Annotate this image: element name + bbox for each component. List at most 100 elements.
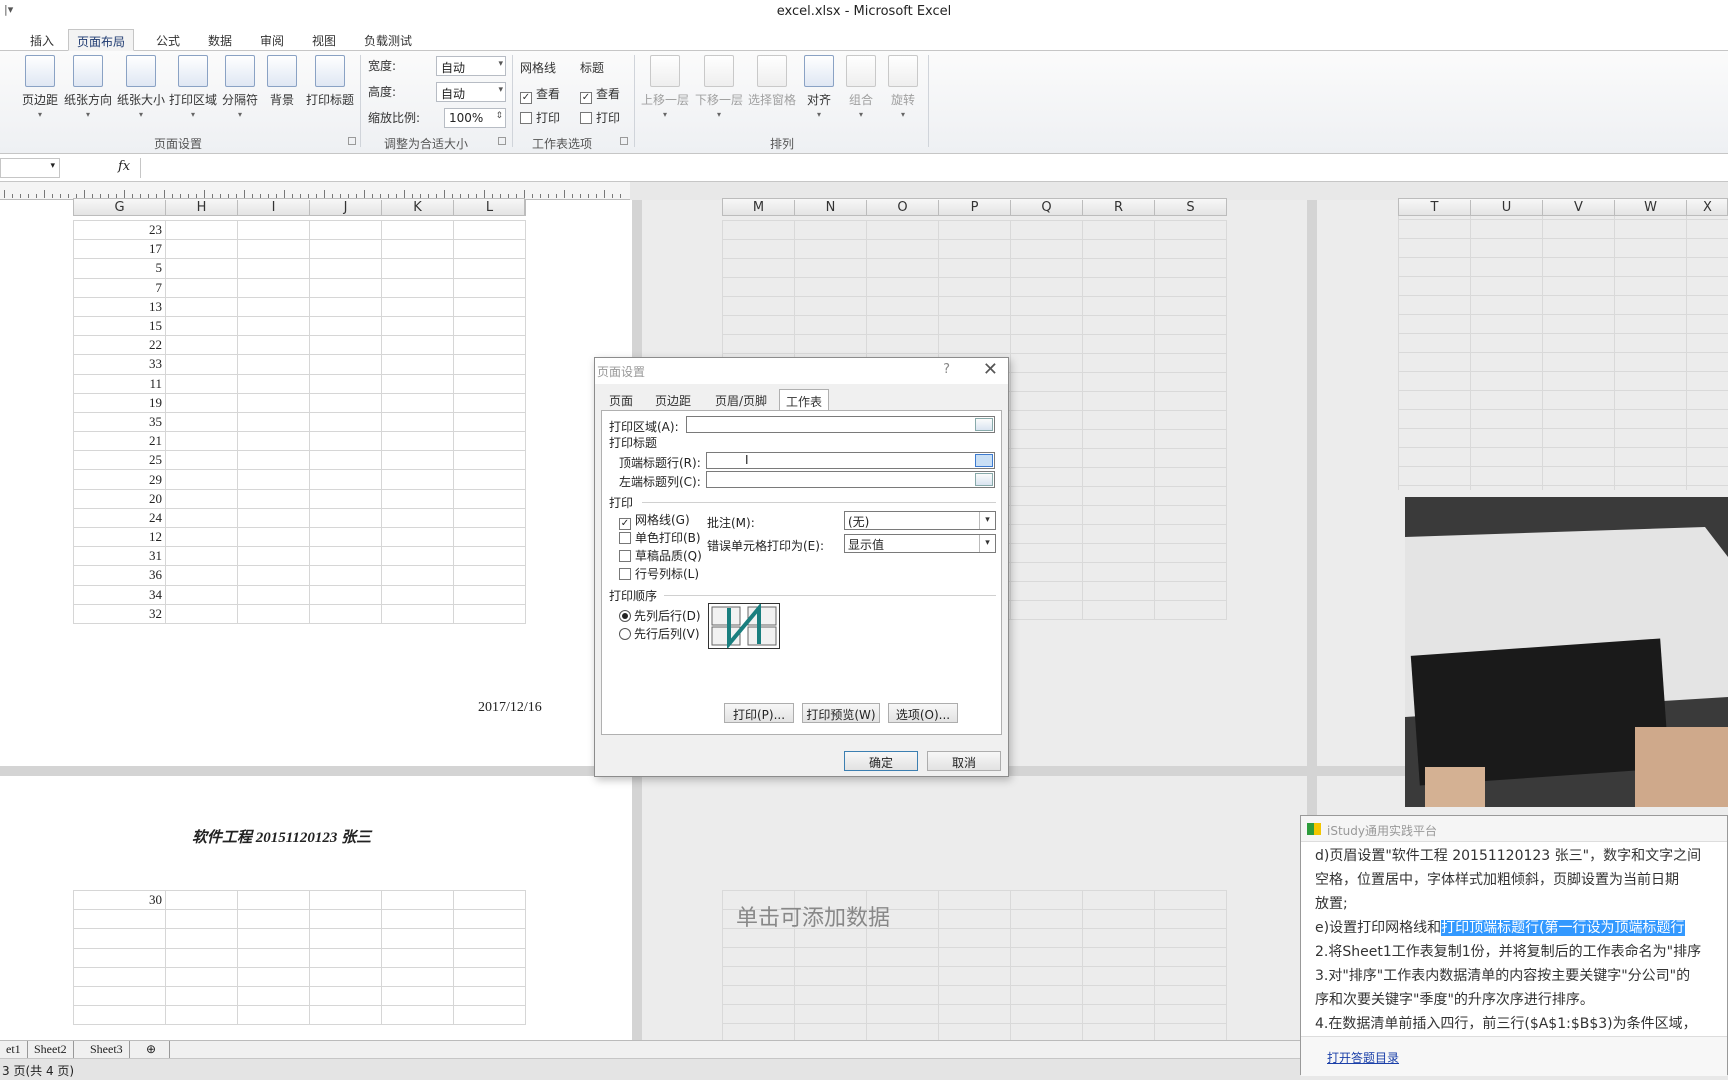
print-area-button[interactable]: 打印区域 ▾ (168, 55, 218, 119)
table-cell[interactable]: 21 (73, 431, 166, 452)
rotate-button[interactable]: 旋转 ▾ (888, 55, 918, 119)
table-cell[interactable]: 29 (73, 469, 166, 490)
table-cell[interactable]: 34 (73, 584, 166, 605)
table-cell[interactable]: 11 (73, 373, 166, 394)
column-header[interactable]: R (1083, 200, 1155, 216)
help-icon[interactable]: ? (943, 362, 950, 377)
print-area-input[interactable] (686, 416, 995, 433)
gridlines-checkbox[interactable]: ✓ 网格线(G) (619, 511, 690, 530)
column-header[interactable]: U (1471, 200, 1543, 216)
table-cell[interactable]: 24 (73, 507, 166, 529)
column-header[interactable]: G (74, 200, 166, 216)
column-header[interactable]: H (166, 200, 238, 216)
table-cell[interactable]: 5 (73, 258, 166, 279)
comments-select[interactable]: (无) ▾ (844, 511, 996, 530)
tab-view[interactable]: 视图 (304, 29, 344, 51)
table-cell[interactable]: 20 (73, 488, 166, 509)
table-cell[interactable]: 32 (73, 603, 166, 624)
tab-formulas[interactable]: 公式 (148, 29, 188, 51)
collapse-dialog-icon[interactable] (975, 454, 993, 467)
cell-errors-select[interactable]: 显示值 ▾ (844, 534, 996, 553)
table-cell[interactable]: 35 (73, 411, 166, 433)
table-cell[interactable]: 15 (73, 315, 166, 337)
insert-sheet-icon[interactable]: ⊕ (140, 1041, 170, 1058)
table-cell[interactable]: 30 (73, 889, 166, 911)
table-cell[interactable]: 22 (73, 335, 166, 356)
gridlines-view-checkbox[interactable]: ✓ 查看 (520, 85, 560, 105)
orientation-button[interactable]: 纸张方向 ▾ (62, 55, 114, 119)
headings-print-checkbox[interactable]: 打印 (580, 109, 620, 129)
print-titles-button[interactable]: 打印标题 (304, 55, 356, 108)
column-header[interactable]: T (1399, 200, 1471, 216)
column-header[interactable]: V (1543, 200, 1615, 216)
sheet-tab-sheet1[interactable]: et1 (0, 1041, 28, 1058)
column-header[interactable]: X (1687, 200, 1728, 216)
options-button[interactable]: 选项(O)... (888, 703, 958, 723)
page-setup-launcher-icon[interactable] (348, 137, 356, 145)
column-header[interactable]: I (238, 200, 310, 216)
column-header[interactable]: K (382, 200, 454, 216)
tab-sheet[interactable]: 工作表 (779, 389, 830, 411)
tab-margins[interactable]: 页边距 (649, 389, 697, 411)
add-data-hint[interactable]: 单击可添加数据 (736, 900, 890, 932)
page-header-text[interactable]: 软件工程 20151120123 张三 (192, 826, 371, 847)
gridlines-print-checkbox[interactable]: 打印 (520, 109, 560, 129)
cancel-button[interactable]: 取消 (927, 751, 1001, 771)
name-box[interactable]: ▾ (0, 158, 60, 178)
column-header[interactable]: L (454, 200, 526, 216)
table-cell[interactable]: 33 (73, 354, 166, 375)
tab-data[interactable]: 数据 (200, 29, 240, 51)
breaks-button[interactable]: 分隔符 ▾ (220, 55, 260, 119)
columns-to-repeat-input[interactable] (706, 471, 995, 488)
column-header[interactable]: N (795, 200, 867, 216)
width-combo[interactable]: 自动 ▾ (436, 56, 506, 76)
table-cell[interactable]: 25 (73, 450, 166, 471)
print-button[interactable]: 打印(P)... (724, 703, 794, 723)
black-white-checkbox[interactable]: 单色打印(B) (619, 529, 701, 546)
tab-page[interactable]: 页面 (603, 389, 639, 411)
collapse-dialog-icon[interactable] (975, 473, 993, 486)
table-cell[interactable]: 13 (73, 296, 166, 317)
tab-load-test[interactable]: 负载测试 (356, 29, 420, 51)
table-cell[interactable]: 12 (73, 526, 166, 548)
formula-input[interactable] (140, 158, 1728, 178)
open-answer-directory-link[interactable]: 打开答题目录 (1327, 1049, 1399, 1066)
sheet-tab-sheet3[interactable]: Sheet3 (84, 1041, 130, 1058)
align-button[interactable]: 对齐 ▾ (804, 55, 834, 119)
table-cell[interactable]: 36 (73, 565, 166, 586)
close-icon[interactable]: ✕ (983, 359, 998, 380)
rows-to-repeat-input[interactable]: I (706, 452, 995, 469)
row-col-headings-checkbox[interactable]: 行号列标(L) (619, 565, 699, 582)
background-button[interactable]: 背景 (266, 55, 298, 108)
print-preview-button[interactable]: 打印预览(W) (802, 703, 880, 723)
size-button[interactable]: 纸张大小 ▾ (116, 55, 166, 119)
column-header[interactable]: J (310, 200, 382, 216)
scale-launcher-icon[interactable] (498, 137, 506, 145)
over-then-down-radio[interactable]: 先行后列(V) (619, 625, 700, 642)
down-then-over-radio[interactable]: 先列后行(D) (619, 607, 701, 624)
ok-button[interactable]: 确定 (844, 751, 918, 771)
table-cell[interactable]: 17 (73, 239, 166, 260)
margins-button[interactable]: 页边距 ▾ (20, 55, 60, 119)
column-header[interactable]: Q (1011, 200, 1083, 216)
draft-quality-checkbox[interactable]: 草稿品质(Q) (619, 547, 702, 564)
group-button[interactable]: 组合 ▾ (846, 55, 876, 119)
sheet-tab-sheet2[interactable]: Sheet2 (28, 1041, 74, 1058)
table-cell[interactable]: 7 (73, 277, 166, 298)
headings-view-checkbox[interactable]: ✓ 查看 (580, 85, 620, 105)
footer-date[interactable]: 2017/12/16 (478, 700, 542, 716)
bring-forward-button[interactable]: 上移一层 ▾ (640, 55, 690, 119)
table-cell[interactable]: 31 (73, 546, 166, 567)
column-header[interactable]: M (723, 200, 795, 216)
sheet-options-launcher-icon[interactable] (620, 137, 628, 145)
tab-header-footer[interactable]: 页眉/页脚 (709, 389, 773, 411)
table-cell[interactable]: 19 (73, 392, 166, 413)
column-header[interactable]: W (1615, 200, 1687, 216)
selection-pane-button[interactable]: 选择窗格 (746, 55, 798, 108)
tab-review[interactable]: 审阅 (252, 29, 292, 51)
height-combo[interactable]: 自动 ▾ (436, 82, 506, 102)
tab-page-layout[interactable]: 页面布局 (68, 29, 135, 51)
insert-function-icon[interactable]: fx (118, 159, 130, 174)
column-header[interactable]: O (867, 200, 939, 216)
send-backward-button[interactable]: 下移一层 ▾ (694, 55, 744, 119)
